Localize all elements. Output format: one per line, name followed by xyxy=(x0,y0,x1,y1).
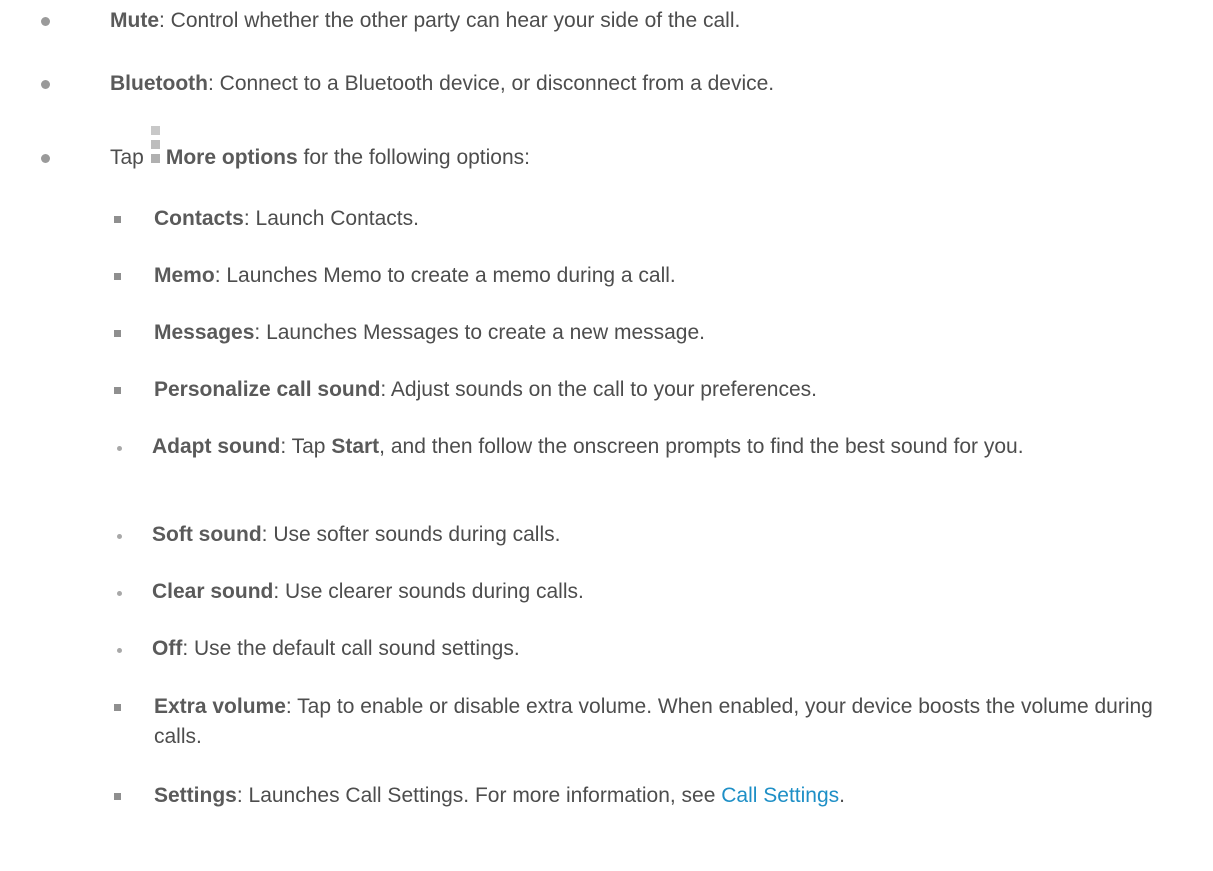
term-off: Off xyxy=(152,637,183,660)
term-memo: Memo xyxy=(154,264,215,287)
bullet-small-dot xyxy=(117,446,122,451)
term-settings: Settings xyxy=(154,784,237,807)
bullet-square xyxy=(114,704,121,711)
more-options-suffix: for the following options: xyxy=(297,146,530,169)
bullet-square xyxy=(114,387,121,394)
more-options-prefix: Tap xyxy=(110,146,144,169)
term-clear-sound: Clear sound xyxy=(152,580,274,603)
term-contacts: Contacts xyxy=(154,207,244,230)
desc-adapt-sound-1: : Tap xyxy=(280,435,332,458)
list-item-messages: Messages: Launches Messages to create a … xyxy=(154,318,705,348)
desc-contacts: : Launch Contacts. xyxy=(243,207,419,230)
list-item-more-options: Tap More options for the following option… xyxy=(110,126,530,173)
list-item-mute: Mute: Control whether the other party ca… xyxy=(110,6,740,36)
term-bluetooth: Bluetooth xyxy=(110,72,208,95)
term-soft-sound: Soft sound xyxy=(152,523,262,546)
list-item-soft-sound: Soft sound: Use softer sounds during cal… xyxy=(152,520,560,550)
desc-adapt-sound-2: , and then follow the onscreen prompts t… xyxy=(379,435,1024,458)
call-settings-link[interactable]: Call Settings xyxy=(721,784,839,807)
term-adapt-sound: Adapt sound xyxy=(152,435,281,458)
bullet-square xyxy=(114,273,121,280)
list-item-personalize: Personalize call sound: Adjust sounds on… xyxy=(154,375,817,405)
bullet-square xyxy=(114,793,121,800)
bullet-square xyxy=(114,216,121,223)
bullet-small-dot xyxy=(117,648,122,653)
document-page: Mute: Control whether the other party ca… xyxy=(0,0,1213,871)
list-item-memo: Memo: Launches Memo to create a memo dur… xyxy=(154,261,676,291)
list-item-settings: Settings: Launches Call Settings. For mo… xyxy=(154,781,845,811)
term-extra-volume: Extra volume xyxy=(154,695,286,718)
settings-period: . xyxy=(839,784,845,807)
bullet-square xyxy=(114,330,121,337)
more-options-label: More options xyxy=(165,146,298,169)
start-label: Start xyxy=(331,435,380,458)
term-personalize: Personalize call sound xyxy=(154,378,381,401)
list-item-off: Off: Use the default call sound settings… xyxy=(152,634,520,664)
desc-settings: : Launches Call Settings. For more infor… xyxy=(236,784,722,807)
bullet-dot xyxy=(41,17,50,26)
bullet-small-dot xyxy=(117,534,122,539)
desc-extra-volume: : Tap to enable or disable extra volume.… xyxy=(154,695,1153,748)
desc-mute: : Control whether the other party can he… xyxy=(159,9,741,32)
bullet-small-dot xyxy=(117,591,122,596)
desc-clear-sound: : Use clearer sounds during calls. xyxy=(273,580,584,603)
list-item-clear-sound: Clear sound: Use clearer sounds during c… xyxy=(152,577,584,607)
more-options-icon[interactable] xyxy=(150,126,160,173)
list-item-extra-volume: Extra volume: Tap to enable or disable e… xyxy=(154,692,1184,752)
desc-memo: : Launches Memo to create a memo during … xyxy=(214,264,676,287)
desc-off: : Use the default call sound settings. xyxy=(182,637,520,660)
term-messages: Messages xyxy=(154,321,255,344)
desc-bluetooth: : Connect to a Bluetooth device, or disc… xyxy=(207,72,775,95)
list-item-adapt-sound: Adapt sound: Tap Start, and then follow … xyxy=(152,432,1182,462)
bullet-dot xyxy=(41,80,50,89)
desc-soft-sound: : Use softer sounds during calls. xyxy=(261,523,561,546)
bullet-dot xyxy=(41,154,50,163)
desc-messages: : Launches Messages to create a new mess… xyxy=(254,321,705,344)
list-item-bluetooth: Bluetooth: Connect to a Bluetooth device… xyxy=(110,69,774,99)
desc-personalize: : Adjust sounds on the call to your pref… xyxy=(380,378,817,401)
list-item-contacts: Contacts: Launch Contacts. xyxy=(154,204,419,234)
term-mute: Mute xyxy=(110,9,159,32)
